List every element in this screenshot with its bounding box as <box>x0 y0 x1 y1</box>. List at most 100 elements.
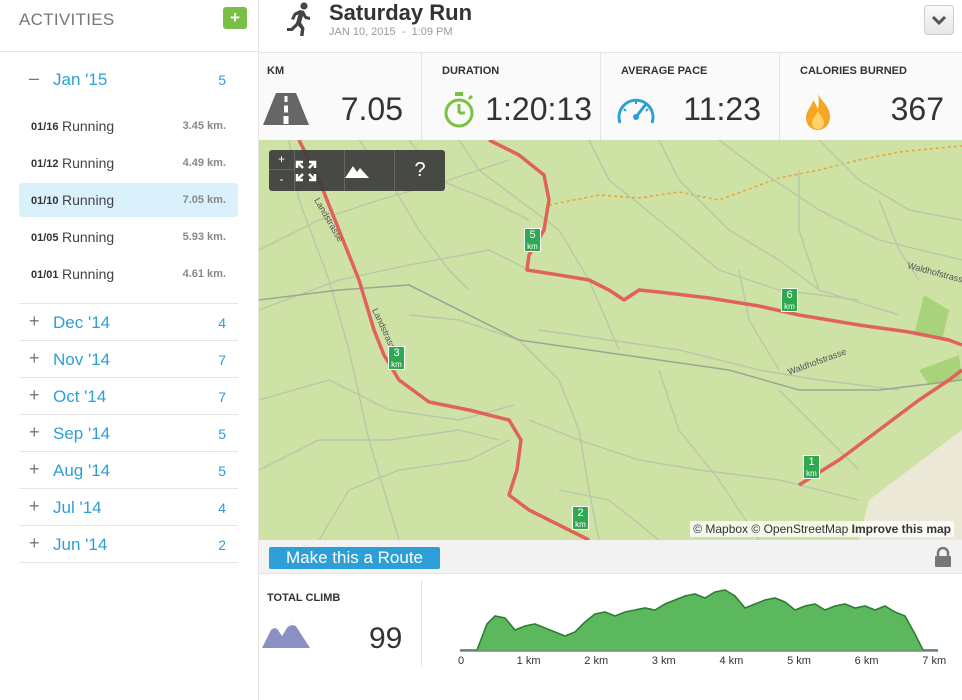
activity-row[interactable]: 01/01 Running 4.61 km. <box>19 257 238 291</box>
km-marker-2[interactable]: 2 km <box>572 506 589 530</box>
activity-distance: 7.05 km. <box>182 194 226 206</box>
km-marker-1[interactable]: 1 km <box>803 455 820 479</box>
month-row[interactable]: + Jun '14 2 <box>19 526 238 563</box>
month-label: Sep '14 <box>53 424 111 443</box>
activity-row[interactable]: 01/10 Running 7.05 km. <box>19 183 238 217</box>
x-tick-label: 4 km <box>719 655 743 667</box>
collapse-toggle[interactable]: – <box>29 68 39 89</box>
km-unit: km <box>527 242 538 251</box>
expand-toggle[interactable]: + <box>29 311 40 332</box>
divider <box>421 580 422 666</box>
elevation-area <box>460 589 938 652</box>
expand-toggle[interactable]: + <box>29 459 40 480</box>
zoom-controls: + - <box>269 150 295 191</box>
month-row[interactable]: + Aug '14 5 <box>19 452 238 489</box>
activity-name: Running <box>62 229 115 245</box>
month-label: Dec '14 <box>53 313 111 332</box>
km-marker-5[interactable]: 5 km <box>524 228 541 252</box>
boundary-line <box>548 145 962 206</box>
activity-row[interactable]: 01/05 Running 5.93 km. <box>19 220 238 254</box>
month-count: 4 <box>218 500 226 516</box>
month-label: Aug '14 <box>53 461 111 480</box>
osm-attribution[interactable]: © OpenStreetMap <box>751 522 848 536</box>
month-count: 2 <box>218 537 226 553</box>
stat-label: CALORIES BURNED <box>800 65 907 77</box>
activity-distance: 5.93 km. <box>182 231 226 243</box>
stat-calories: CALORIES BURNED 367 <box>780 53 962 140</box>
activity-date: 01/01 <box>31 269 59 281</box>
month-label: Jun '14 <box>53 535 108 554</box>
route-map[interactable]: Landstrasse Landstrasse Waldhofstrasse W… <box>259 140 962 540</box>
total-climb-label: TOTAL CLIMB <box>267 592 341 604</box>
x-tick-label: 7 km <box>922 655 946 667</box>
month-count: 7 <box>218 389 226 405</box>
terrain-button[interactable] <box>345 150 395 191</box>
mountains-icon <box>262 620 310 648</box>
activity-name: Running <box>62 266 115 282</box>
activity-distance: 3.45 km. <box>182 120 226 132</box>
expand-toggle[interactable]: + <box>29 422 40 443</box>
month-row[interactable]: + Dec '14 4 <box>19 304 238 341</box>
fullscreen-icon <box>295 160 317 182</box>
month-row[interactable]: + Nov '14 7 <box>19 341 238 378</box>
stat-value: 7.05 <box>340 91 403 127</box>
route-line <box>297 140 590 540</box>
month-count: 5 <box>218 72 226 88</box>
road-icon <box>263 93 309 125</box>
month-count: 5 <box>218 463 226 479</box>
activity-options-button[interactable] <box>924 5 954 35</box>
flame-icon <box>806 93 830 130</box>
activity-row[interactable]: 01/16 Running 3.45 km. <box>19 109 238 143</box>
activity-title: Saturday Run <box>329 0 473 25</box>
x-tick-label: 3 km <box>652 655 676 667</box>
activity-date: 01/16 <box>31 121 59 133</box>
activity-datetime: JAN 10, 2015 - 1:09 PM <box>329 26 453 38</box>
zoom-out-button[interactable]: - <box>269 170 294 190</box>
stats-bar: KM 7.05 DURATION 1:20:13 AVERAGE PACE 11… <box>259 53 962 140</box>
month-row-jan-15[interactable]: – Jan '15 5 <box>19 61 238 98</box>
datetime-separator: - <box>401 26 406 38</box>
activity-distance: 4.61 km. <box>182 268 226 280</box>
activity-name: Running <box>62 118 115 134</box>
fullscreen-button[interactable] <box>295 150 345 191</box>
map-controls: + - ? <box>269 150 445 191</box>
stopwatch-icon <box>444 92 474 128</box>
km-number: 2 <box>577 507 584 519</box>
make-route-button[interactable]: Make this a Route <box>269 547 440 569</box>
month-count: 5 <box>218 426 226 442</box>
x-tick-label: 6 km <box>855 655 879 667</box>
month-row[interactable]: + Sep '14 5 <box>19 415 238 452</box>
expand-toggle[interactable]: + <box>29 533 40 554</box>
expand-toggle[interactable]: + <box>29 496 40 517</box>
zoom-in-button[interactable]: + <box>269 150 294 170</box>
activity-name: Running <box>62 155 115 171</box>
help-button[interactable]: ? <box>395 150 445 191</box>
month-row[interactable]: + Oct '14 7 <box>19 378 238 415</box>
sidebar: ACTIVITIES + – Jan '15 5 01/16 Running 3.4… <box>0 0 259 700</box>
activity-date: 01/05 <box>31 232 59 244</box>
elevation-chart[interactable]: 0 1 km 2 km 3 km 4 km 5 km 6 km 7 km <box>449 574 949 674</box>
mapbox-attribution[interactable]: © Mapbox <box>693 522 748 536</box>
street-label: Waldhofstrasse <box>786 346 847 377</box>
stat-value: 11:23 <box>683 91 761 127</box>
activity-row[interactable]: 01/12 Running 4.49 km. <box>19 146 238 180</box>
x-tick-label: 5 km <box>787 655 811 667</box>
stat-label: AVERAGE PACE <box>621 65 708 77</box>
sidebar-title: ACTIVITIES <box>19 10 115 29</box>
km-marker-6[interactable]: 6 km <box>781 288 798 312</box>
add-activity-button[interactable]: + <box>223 7 247 29</box>
improve-map-link[interactable]: Improve this map <box>852 522 951 536</box>
activity-time: 1:09 PM <box>411 26 453 38</box>
lock-icon[interactable] <box>934 547 952 567</box>
km-marker-3[interactable]: 3 km <box>388 346 405 370</box>
km-number: 5 <box>529 229 536 241</box>
month-row[interactable]: + Jul '14 4 <box>19 489 238 526</box>
activity-date: 01/12 <box>31 158 59 170</box>
mountain-icon <box>345 166 369 178</box>
stat-pace: AVERAGE PACE 11:23 <box>601 53 780 140</box>
month-count: 4 <box>218 315 226 331</box>
month-label: Oct '14 <box>53 387 107 406</box>
speedometer-icon <box>617 98 655 124</box>
expand-toggle[interactable]: + <box>29 385 40 406</box>
expand-toggle[interactable]: + <box>29 348 40 369</box>
